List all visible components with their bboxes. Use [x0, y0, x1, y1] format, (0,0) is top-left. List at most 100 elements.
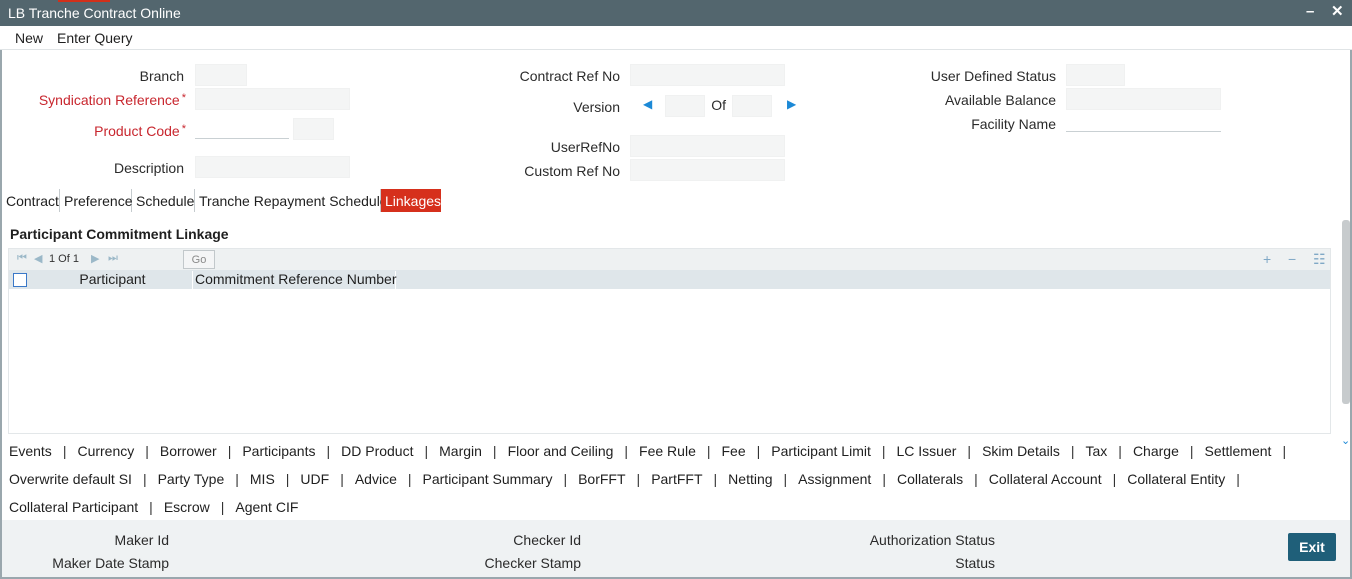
first-page-icon[interactable]: ⏮ — [17, 252, 27, 265]
tab-linkages[interactable]: Linkages — [381, 189, 441, 212]
contract-ref-no-field[interactable] — [630, 64, 785, 86]
branch-label: Branch — [139, 68, 184, 84]
single-view-icon[interactable]: ☷ — [1313, 251, 1326, 268]
link-partfft[interactable]: PartFFT — [651, 471, 702, 487]
link-margin[interactable]: Margin — [439, 443, 482, 459]
delete-row-icon[interactable]: − — [1288, 251, 1296, 267]
link-mis[interactable]: MIS — [250, 471, 275, 487]
link-separator: | — [974, 471, 978, 487]
link-separator: | — [142, 471, 147, 487]
exit-button[interactable]: Exit — [1288, 533, 1336, 561]
column-commitment-reference-number[interactable]: Commitment Reference Number — [193, 271, 397, 289]
link-separator: | — [1112, 471, 1117, 487]
link-collateral-participant[interactable]: Collateral Participant — [9, 499, 138, 515]
custom-ref-no-field[interactable] — [630, 159, 785, 181]
scroll-down-icon[interactable]: ⌄ — [1341, 434, 1350, 447]
link-skim-details[interactable]: Skim Details — [982, 443, 1060, 459]
last-page-icon[interactable]: ⏭ — [108, 252, 118, 265]
link-fee-rule[interactable]: Fee Rule — [639, 443, 696, 459]
link-escrow[interactable]: Escrow — [164, 499, 210, 515]
user-ref-no-field[interactable] — [630, 135, 785, 157]
link-floor-and-ceiling[interactable]: Floor and Ceiling — [508, 443, 614, 459]
tab-contract[interactable]: Contract — [2, 189, 60, 212]
link-separator: | — [624, 443, 629, 459]
link-participant-summary[interactable]: Participant Summary — [423, 471, 553, 487]
previous-page-icon[interactable]: ◀ — [34, 252, 42, 265]
link-separator: | — [1118, 443, 1122, 459]
link-separator: | — [220, 499, 225, 515]
link-separator: | — [407, 471, 412, 487]
link-agent-cif[interactable]: Agent CIF — [235, 499, 298, 515]
link-separator: | — [235, 471, 239, 487]
pagination-text: 1 Of 1 — [49, 253, 79, 265]
tab-tranche-repayment-schedules[interactable]: Tranche Repayment Schedules — [195, 189, 395, 212]
link-lc-issuer[interactable]: LC Issuer — [897, 443, 957, 459]
available-balance-field[interactable] — [1066, 88, 1221, 110]
user-defined-status-label: User Defined Status — [930, 68, 1056, 84]
link-separator: | — [285, 471, 290, 487]
link-separator: | — [756, 443, 761, 459]
minimize-icon[interactable]: – — [1306, 4, 1314, 20]
link-charge[interactable]: Charge — [1133, 443, 1179, 459]
link-separator: | — [145, 443, 149, 459]
vertical-scrollbar[interactable]: ⌄ — [1341, 218, 1351, 448]
link-overwrite-default-si[interactable]: Overwrite default SI — [9, 471, 132, 487]
version-previous-icon[interactable]: ◀ — [643, 97, 652, 111]
link-advice[interactable]: Advice — [355, 471, 397, 487]
link-fee[interactable]: Fee — [722, 443, 746, 459]
contract-ref-no-label: Contract Ref No — [519, 68, 620, 84]
go-button[interactable]: Go — [183, 250, 215, 269]
version-label: Version — [573, 99, 620, 115]
link-events[interactable]: Events — [9, 443, 52, 459]
tab-schedule[interactable]: Schedule — [132, 189, 195, 212]
link-participant-limit[interactable]: Participant Limit — [771, 443, 871, 459]
maker-id-label: Maker Id — [114, 532, 169, 548]
link-borfft[interactable]: BorFFT — [578, 471, 625, 487]
link-assignment[interactable]: Assignment — [798, 471, 871, 487]
link-separator: | — [326, 443, 331, 459]
product-code-field[interactable] — [195, 117, 289, 139]
link-separator: | — [1070, 443, 1075, 459]
column-participant[interactable]: Participant — [33, 271, 193, 289]
link-collateral-entity[interactable]: Collateral Entity — [1127, 471, 1225, 487]
link-separator: | — [340, 471, 344, 487]
link-separator: | — [227, 443, 232, 459]
participant-commitment-grid: ⏮ ◀ 1 Of 1 ▶ ⏭ Go + − ☷ Participant Comm… — [8, 248, 1331, 434]
link-udf[interactable]: UDF — [300, 471, 329, 487]
version-next-icon[interactable]: ▶ — [787, 97, 796, 111]
link-separator: | — [882, 471, 886, 487]
tab-preference[interactable]: Preference — [60, 189, 132, 212]
syndication-reference-field[interactable] — [195, 88, 350, 110]
version-of-field[interactable] — [732, 95, 772, 117]
available-balance-label: Available Balance — [944, 92, 1056, 108]
product-code-lookup[interactable] — [293, 118, 334, 140]
branch-field[interactable] — [195, 64, 247, 86]
link-borrower[interactable]: Borrower — [160, 443, 217, 459]
facility-name-field[interactable] — [1066, 110, 1221, 132]
link-separator: | — [636, 471, 641, 487]
close-icon[interactable]: ✕ — [1331, 4, 1344, 20]
link-separator: | — [713, 471, 718, 487]
authorization-status-label: Authorization Status — [869, 532, 995, 548]
description-field[interactable] — [195, 156, 350, 178]
window-titlebar: LB Tranche Contract Online – ✕ — [0, 0, 1352, 26]
link-participants[interactable]: Participants — [242, 443, 315, 459]
add-row-icon[interactable]: + — [1263, 251, 1271, 267]
link-collateral-account[interactable]: Collateral Account — [989, 471, 1102, 487]
link-collaterals[interactable]: Collaterals — [897, 471, 963, 487]
link-currency[interactable]: Currency — [77, 443, 134, 459]
select-all-checkbox[interactable] — [13, 273, 27, 287]
link-tax[interactable]: Tax — [1086, 443, 1108, 459]
link-separator: | — [881, 443, 886, 459]
link-settlement[interactable]: Settlement — [1205, 443, 1272, 459]
scrollbar-thumb[interactable] — [1342, 220, 1350, 404]
facility-name-label: Facility Name — [971, 116, 1056, 132]
menu-enter-query[interactable]: Enter Query — [57, 30, 132, 46]
link-netting[interactable]: Netting — [728, 471, 772, 487]
user-defined-status-field[interactable] — [1066, 64, 1125, 86]
link-dd-product[interactable]: DD Product — [341, 443, 413, 459]
version-field[interactable] — [665, 95, 705, 117]
link-party-type[interactable]: Party Type — [158, 471, 225, 487]
next-page-icon[interactable]: ▶ — [91, 252, 99, 265]
menu-new[interactable]: New — [15, 30, 43, 46]
